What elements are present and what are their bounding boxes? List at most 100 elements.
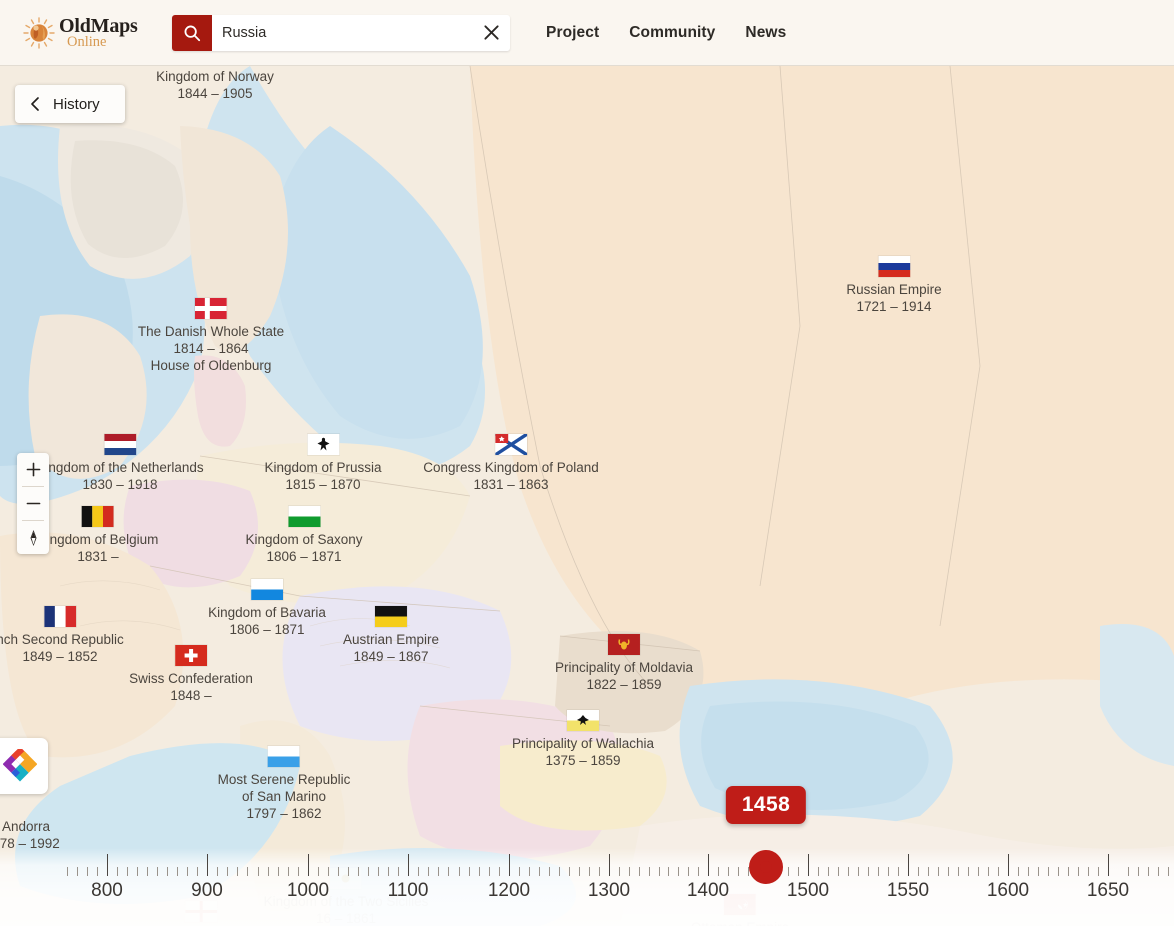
timeline-minor-tick [1058,867,1059,876]
app-logo[interactable]: OldMaps Online [22,16,152,50]
flag-wallachia-icon [567,710,599,731]
timeline-minor-tick [438,867,440,876]
timeline-minor-tick [1168,867,1169,876]
plus-icon [26,462,40,477]
timeline-minor-tick [418,867,420,876]
timeline-minor-tick [468,867,470,876]
label-kingdom-of-the-netherlands[interactable]: Kingdom of the Netherlands 1830 – 1918 [36,434,204,493]
timeline-minor-tick [287,867,289,876]
nav-community[interactable]: Community [629,24,715,42]
history-button[interactable]: History [15,85,125,123]
timeline-year-1000: 1000 [286,880,330,901]
timeline-minor-tick [569,867,570,876]
label-kingdom-of-saxony[interactable]: Kingdom of Saxony 1806 – 1871 [245,506,363,565]
label-danish-whole-state[interactable]: The Danish Whole State 1814 – 1864 House o… [138,298,284,374]
map-zoom-controls [17,453,49,554]
timeline-minor-tick [998,867,999,876]
timeline-minor-tick [1088,867,1089,876]
timeline-handle[interactable] [749,850,783,884]
label-title: nch Second Republic [0,632,124,647]
label-title: Principality of Moldavia [554,660,694,675]
label-years: 1831 – [77,549,119,564]
label-years: 1806 – 1871 [266,549,342,564]
timeline-minor-tick [217,867,219,876]
nav-news[interactable]: News [745,24,786,42]
timeline-year-1550: 1550 [886,880,930,901]
flag-belgium-icon [81,506,114,527]
timeline-minor-tick [539,867,540,876]
label-andorra[interactable]: Andorra278 – 1992 [0,818,60,852]
clear-search-button[interactable] [472,15,510,51]
timeline-minor-tick [918,867,919,876]
timeline-minor-tick [599,867,600,876]
timeline-minor-tick [277,867,279,876]
label-title-line2: of San Marino [241,789,327,804]
nav-project[interactable]: Project [546,24,599,42]
timeline-minor-tick [938,867,939,876]
compass-button[interactable] [17,521,49,554]
timeline-minor-tick [688,867,690,876]
timeline-year-1400: 1400 [686,880,730,901]
label-kingdom-of-prussia[interactable]: Kingdom of Prussia 1815 – 1870 [264,434,382,493]
logo-wordmark: OldMaps Online [59,16,138,50]
maptiler-logo[interactable] [0,738,48,794]
timeline-minor-tick [318,867,319,876]
timeline-minor-tick [147,867,148,876]
label-title: Kingdom of Saxony [245,532,363,547]
label-title: Congress Kingdom of Poland [423,460,599,475]
label-title: Swiss Confederation [129,671,253,686]
label-years: 1797 – 1862 [246,806,322,821]
timeline-minor-tick [257,867,259,876]
timeline-minor-tick [549,867,550,876]
label-years: 1375 – 1859 [545,753,621,768]
label-principality-of-wallachia[interactable]: Principality of Wallachia 1375 – 1859 [512,710,654,769]
timeline-slider[interactable]: 800 900 1000 1100 1200 1300 1400 1500 1550 1600 16… [0,786,1174,926]
flag-saxony-icon [287,506,320,527]
timeline-minor-tick [888,867,889,876]
label-principality-of-moldavia[interactable]: Principality of Moldavia 1822 – 1859 [555,634,693,693]
zoom-in-button[interactable] [17,453,49,486]
label-title: Principality of Wallachia [511,736,655,751]
timeline-minor-tick [828,867,829,876]
label-years: 1814 – 1864 [173,341,249,356]
timeline-minor-tick [137,867,138,876]
timeline-major-tick [509,854,510,876]
label-title: Andorra [1,819,51,834]
timeline-minor-tick [978,867,979,876]
label-russian-empire[interactable]: Russian Empire 1721 – 1914 [846,256,942,315]
search-button[interactable] [172,14,212,51]
label-french-second-republic[interactable]: nch Second Republic 1849 – 1852 [0,606,124,665]
label-kingdom-of-belgium[interactable]: Kingdom of Belgium 1831 – [38,506,158,565]
label-years: 1815 – 1870 [285,477,361,492]
timeline-major-tick [1008,854,1009,876]
label-kingdom-of-norway[interactable]: Kingdom of Norway 1844 – 1905 [156,68,274,102]
label-years: 1849 – 1867 [353,649,429,664]
label-swiss-confederation[interactable]: Swiss Confederation 1848 – [129,645,253,704]
label-title: The Danish Whole State [137,324,285,339]
timeline-minor-tick [478,867,480,876]
timeline-year-1300: 1300 [587,880,631,901]
timeline-minor-tick [589,867,590,876]
label-years: 1830 – 1918 [82,477,158,492]
label-kingdom-of-bavaria[interactable]: Kingdom of Bavaria 1806 – 1871 [208,579,326,638]
flag-bavaria-icon [250,579,283,600]
historical-map-viewport[interactable]: History Kingdom of Norway 1844 – 1905 Th… [0,66,1174,926]
timeline-minor-tick [247,867,249,876]
timeline-minor-tick [618,867,620,876]
timeline-minor-tick [519,867,520,876]
timeline-minor-tick [458,867,460,876]
timeline-year-1200: 1200 [487,880,531,901]
main-navigation: Project Community News [546,24,786,42]
label-austrian-empire[interactable]: Austrian Empire 1849 – 1867 [343,606,439,665]
search-input[interactable] [212,14,472,51]
label-years: 1721 – 1914 [856,299,932,314]
logo-secondary-text: Online [67,33,107,50]
label-congress-kingdom-of-poland[interactable]: Congress Kingdom of Poland 1831 – 1863 [423,434,599,493]
timeline-minor-tick [1098,867,1099,876]
timeline-minor-tick [1138,867,1139,876]
timeline-minor-tick [858,867,859,876]
zoom-out-button[interactable] [17,487,49,520]
flag-switzerland-icon [174,645,207,666]
label-title: Russian Empire [846,282,942,297]
label-most-serene-republic-of-san-marino[interactable]: Most Serene Republic of San Marino 1797 – … [218,746,350,822]
